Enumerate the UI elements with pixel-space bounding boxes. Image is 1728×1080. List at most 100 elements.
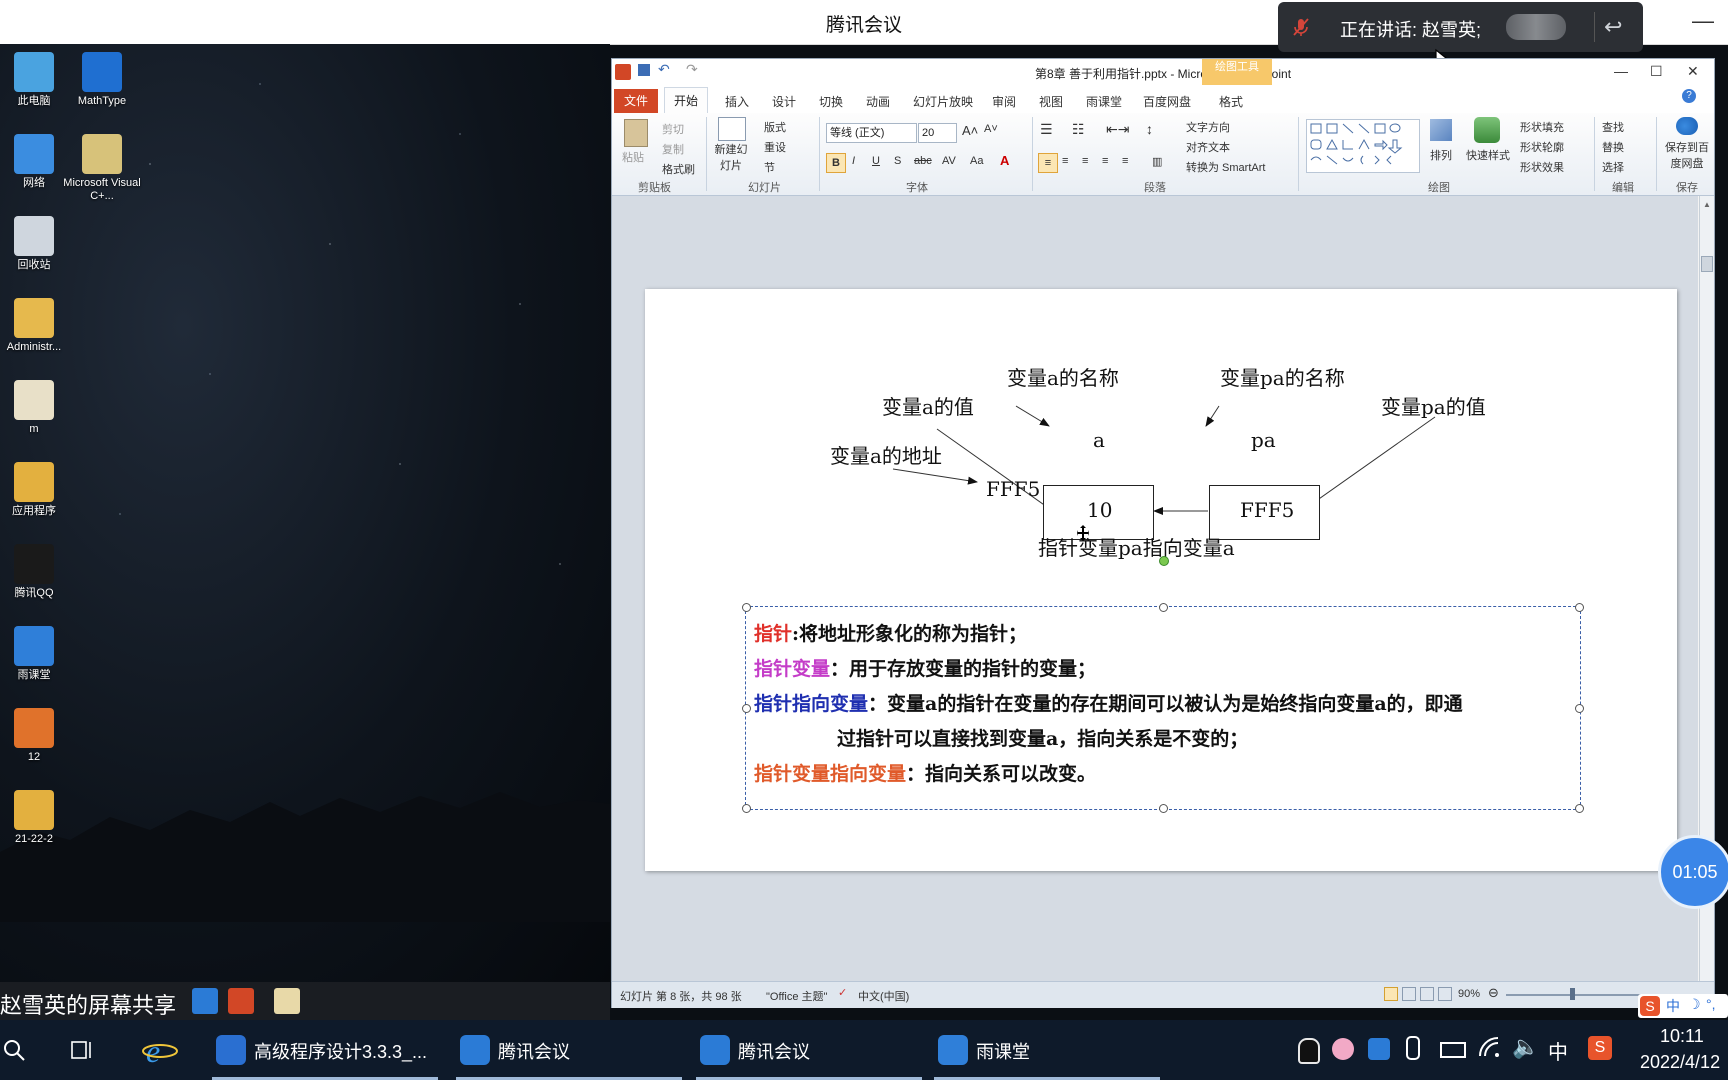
microphone-tray-icon[interactable] xyxy=(1406,1036,1420,1060)
taskbar-app-button[interactable]: 雨课堂 xyxy=(934,1020,1160,1080)
ppt-minimize-button[interactable]: — xyxy=(1614,63,1628,79)
align-center-button[interactable]: ≡ xyxy=(1062,155,1068,167)
cut-button[interactable]: 剪切 xyxy=(662,121,684,137)
desktop-icon[interactable]: MathType xyxy=(62,52,142,108)
format-painter-button[interactable]: 格式刷 xyxy=(662,161,695,177)
justify-button[interactable]: ≡ xyxy=(1102,155,1108,167)
zoom-level[interactable]: 90% xyxy=(1458,988,1480,1000)
shapes-gallery[interactable] xyxy=(1306,119,1420,173)
sogou-ime-toolbar[interactable]: S 中 ☽ °, xyxy=(1638,994,1728,1018)
moon-icon[interactable]: ☽ xyxy=(1688,996,1701,1013)
numbering-button[interactable]: ☷ xyxy=(1072,121,1085,138)
tab-transitions[interactable]: 切换 xyxy=(819,93,843,110)
tencent-meeting-tray-icon[interactable] xyxy=(1368,1038,1390,1060)
text-direction-button[interactable]: 文字方向 xyxy=(1186,119,1230,135)
meeting-timer[interactable]: 01:05 xyxy=(1658,835,1728,909)
replace-button[interactable]: 替换 xyxy=(1602,139,1624,155)
minimize-button[interactable]: — xyxy=(1692,8,1714,34)
reset-button[interactable]: 重设 xyxy=(764,139,786,155)
rotate-handle[interactable] xyxy=(1159,556,1169,566)
resize-handle[interactable] xyxy=(742,603,751,612)
resize-handle[interactable] xyxy=(1575,704,1584,713)
desktop-icon[interactable]: 21-22-2 xyxy=(0,790,74,846)
clock-date[interactable]: 2022/4/12 xyxy=(1640,1052,1720,1073)
tab-rain-classroom[interactable]: 雨课堂 xyxy=(1086,93,1122,110)
scrollbar-thumb[interactable] xyxy=(1701,256,1713,272)
reading-view-button[interactable] xyxy=(1420,987,1434,1001)
taskbar-app-button[interactable]: 腾讯会议 xyxy=(696,1020,922,1080)
underline-button[interactable]: U xyxy=(872,155,880,167)
tab-design[interactable]: 设计 xyxy=(772,93,796,110)
zoom-slider-thumb[interactable] xyxy=(1570,988,1575,1000)
help-icon[interactable]: ? xyxy=(1682,89,1696,103)
distribute-button[interactable]: ≡ xyxy=(1122,155,1128,167)
line-spacing-button[interactable]: ↕ xyxy=(1146,121,1153,137)
quick-styles-button[interactable]: 快速样式 xyxy=(1466,147,1510,163)
new-slide-button[interactable]: 新建幻灯片 xyxy=(714,141,748,173)
arrange-icon[interactable] xyxy=(1430,119,1452,141)
section-button[interactable]: 节 xyxy=(764,159,775,175)
font-name-select[interactable]: 等线 (正文) xyxy=(826,123,917,143)
quick-styles-icon[interactable] xyxy=(1474,117,1500,143)
resize-handle[interactable] xyxy=(742,804,751,813)
tab-slideshow[interactable]: 幻灯片放映 xyxy=(913,93,973,110)
baidu-cloud-icon[interactable] xyxy=(1676,117,1698,135)
font-color-button[interactable]: A xyxy=(1000,153,1009,168)
wifi-icon[interactable] xyxy=(1478,1036,1502,1060)
sogou-logo-icon[interactable]: S xyxy=(1640,996,1660,1016)
align-text-button[interactable]: 对齐文本 xyxy=(1186,139,1230,155)
desktop-icon[interactable]: 回收站 xyxy=(0,216,74,272)
save-to-baidu-button[interactable]: 保存到百度网盘 xyxy=(1662,139,1712,171)
resize-handle[interactable] xyxy=(1159,804,1168,813)
desktop-icon[interactable]: 应用程序 xyxy=(0,462,74,518)
tab-insert[interactable]: 插入 xyxy=(725,93,749,110)
indent-buttons[interactable]: ⇤⇥ xyxy=(1106,121,1129,138)
paste-button[interactable]: 粘贴 xyxy=(622,149,644,165)
grow-font-icon[interactable]: A˄ xyxy=(962,123,978,138)
zoom-out-icon[interactable]: ⊖ xyxy=(1488,985,1499,1001)
character-spacing-button[interactable]: AV xyxy=(942,155,956,167)
image-viewer-mini-icon[interactable] xyxy=(274,988,300,1014)
shadow-button[interactable]: S xyxy=(894,155,901,167)
spellcheck-icon[interactable]: ✓ xyxy=(838,986,847,999)
shape-outline-button[interactable]: 形状轮廓 xyxy=(1520,139,1564,155)
definition-text-box[interactable]: 指针:将地址形象化的称为指针； 指针变量：用于存放变量的指针的变量； 指针指向变… xyxy=(742,603,1584,813)
resize-handle[interactable] xyxy=(1575,804,1584,813)
bold-button[interactable]: B xyxy=(826,153,846,173)
select-button[interactable]: 选择 xyxy=(1602,159,1624,175)
tab-home[interactable]: 开始 xyxy=(664,87,708,114)
sogou-ime-tray-icon[interactable]: S xyxy=(1588,1036,1612,1060)
battery-icon[interactable] xyxy=(1440,1042,1466,1058)
tab-file[interactable]: 文件 xyxy=(614,89,658,113)
punctuation-icon[interactable]: °, xyxy=(1706,996,1716,1012)
slide-sorter-button[interactable] xyxy=(1402,987,1416,1001)
taskbar-app-button[interactable]: 腾讯会议 xyxy=(456,1020,682,1080)
tab-format[interactable]: 格式 xyxy=(1219,93,1243,110)
desktop-icon[interactable]: Microsoft Visual C+... xyxy=(62,134,142,203)
italic-button[interactable]: I xyxy=(852,155,855,167)
align-right-button[interactable]: ≡ xyxy=(1082,155,1088,167)
shape-fill-button[interactable]: 形状填充 xyxy=(1520,119,1564,135)
flower-tray-icon[interactable] xyxy=(1332,1038,1354,1060)
tencent-meeting-mini-icon[interactable] xyxy=(192,988,218,1014)
desktop-icon[interactable]: 12 xyxy=(0,708,74,764)
ime-indicator[interactable]: 中 xyxy=(1548,1036,1568,1065)
paste-icon[interactable] xyxy=(624,119,648,147)
shrink-font-icon[interactable]: A˅ xyxy=(984,123,998,135)
find-button[interactable]: 查找 xyxy=(1602,119,1624,135)
font-size-select[interactable]: 20 xyxy=(918,123,957,143)
task-view-icon[interactable] xyxy=(70,1038,96,1062)
slideshow-button[interactable] xyxy=(1438,987,1452,1001)
qq-tray-icon[interactable] xyxy=(1298,1038,1320,1064)
scroll-up-icon[interactable]: ▲ xyxy=(1703,200,1711,209)
language-indicator[interactable]: 中文(中国) xyxy=(858,988,909,1004)
muted-microphone-icon[interactable] xyxy=(1290,16,1312,38)
search-icon[interactable] xyxy=(2,1038,26,1062)
change-case-button[interactable]: Aa xyxy=(970,155,983,167)
internet-explorer-icon[interactable]: e xyxy=(142,1034,178,1066)
align-left-button[interactable]: ≡ xyxy=(1038,153,1058,173)
arrange-button[interactable]: 排列 xyxy=(1430,147,1452,163)
desktop-icon[interactable]: 腾讯QQ xyxy=(0,544,74,600)
desktop-icon[interactable]: Administr... xyxy=(0,298,74,354)
strikethrough-button[interactable]: abc xyxy=(914,155,932,167)
